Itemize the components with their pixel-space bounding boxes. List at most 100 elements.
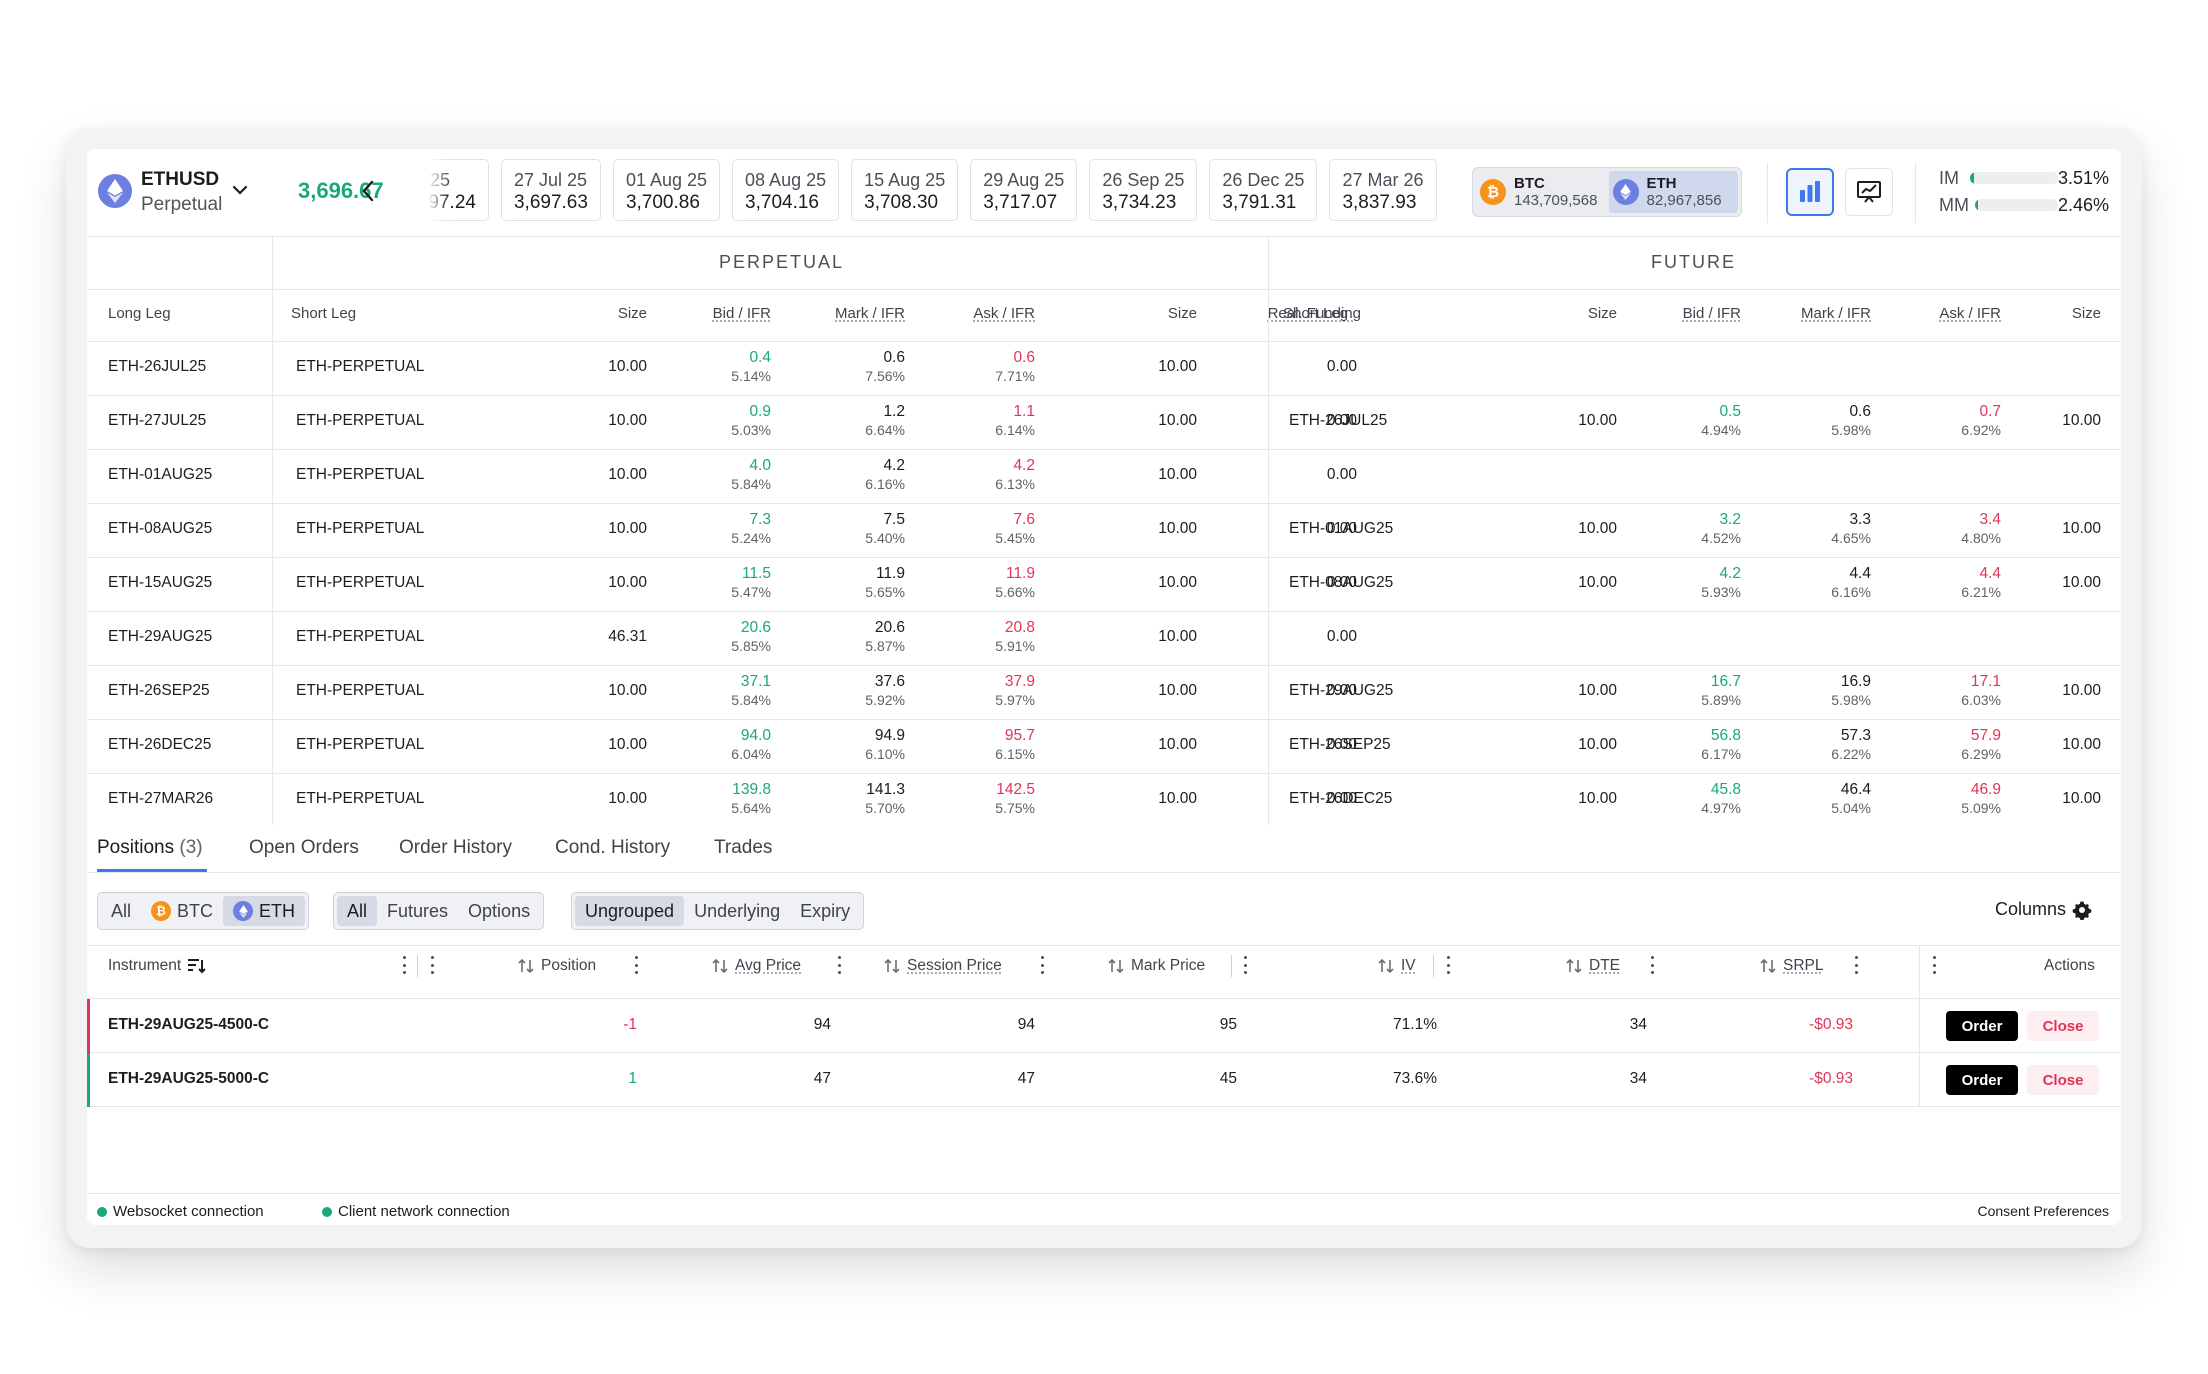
bid-cell[interactable]: 4.0 5.84% (647, 457, 771, 493)
col-future-ask[interactable]: Ask / IFR (1877, 305, 2001, 322)
ask-cell[interactable]: 7.6 5.45% (915, 511, 1035, 547)
spread-row[interactable]: ETH-15AUG25 ETH-PERPETUAL 10.00 11.5 5.47% 11… (87, 557, 2121, 611)
bid-cell[interactable]: 7.3 5.24% (647, 511, 771, 547)
ask-cell[interactable]: 20.8 5.91% (915, 619, 1035, 655)
spread-row[interactable]: ETH-29AUG25 ETH-PERPETUAL 46.31 20.6 5.85% 20… (87, 611, 2121, 665)
col-future-size-2[interactable]: Size (2001, 305, 2101, 322)
col-actions-menu[interactable] (1931, 954, 1937, 976)
col-srpl[interactable]: SRPL (1759, 957, 1824, 975)
close-button[interactable]: Close (2027, 1011, 2099, 1041)
col-mark[interactable]: Mark / IFR (781, 305, 905, 322)
expiry-card[interactable]: 15 Aug 25 3,708.30 (851, 159, 959, 221)
coin-btc[interactable]: ₿ BTC 143,709,568 (1473, 168, 1606, 216)
spread-row[interactable]: ETH-08AUG25 ETH-PERPETUAL 10.00 7.3 5.24% 7.5… (87, 503, 2121, 557)
chevron-left-icon[interactable] (357, 177, 379, 205)
col-mark-price-menu[interactable] (1242, 954, 1248, 976)
bid-cell[interactable]: 139.8 5.64% (647, 781, 771, 817)
col-instrument[interactable]: Instrument (108, 957, 207, 975)
consent-preferences-link[interactable]: Consent Preferences (1977, 1203, 2109, 1219)
tab-open-orders[interactable]: Open Orders (249, 837, 359, 859)
position-row[interactable]: ETH-29AUG25-5000-C 1 47 47 45 73.6% 34 -$0.93 Or… (87, 1053, 2121, 1107)
order-button[interactable]: Order (1946, 1011, 2018, 1041)
col-menu[interactable] (429, 954, 435, 976)
mark-cell[interactable]: 1.2 6.64% (781, 403, 905, 439)
col-mark-price[interactable]: Mark Price (1107, 957, 1205, 975)
col-iv-menu[interactable] (1445, 954, 1451, 976)
filter-eth[interactable]: ETH (223, 896, 306, 926)
col-iv[interactable]: IV (1377, 957, 1416, 975)
group-underlying[interactable]: Underlying (684, 896, 790, 926)
tab-trades[interactable]: Trades (714, 837, 772, 859)
col-bid[interactable]: Bid / IFR (647, 305, 771, 322)
col-instrument-menu[interactable] (401, 954, 407, 976)
bid-cell[interactable]: 11.5 5.47% (647, 565, 771, 601)
ask-cell[interactable]: 37.9 5.97% (915, 673, 1035, 709)
bid-cell[interactable]: 3.2 4.52% (1617, 511, 1741, 547)
bid-cell[interactable]: 37.1 5.84% (647, 673, 771, 709)
mark-cell[interactable]: 57.3 6.22% (1747, 727, 1871, 763)
mark-cell[interactable]: 46.4 5.04% (1747, 781, 1871, 817)
bid-cell[interactable]: 0.4 5.14% (647, 349, 771, 385)
expiry-card[interactable]: 27 Jul 25 3,697.63 (500, 159, 601, 221)
mark-cell[interactable]: 94.9 6.10% (781, 727, 905, 763)
filter-futures[interactable]: Futures (377, 896, 458, 926)
ask-cell[interactable]: 1.1 6.14% (915, 403, 1035, 439)
col-ask[interactable]: Ask / IFR (915, 305, 1035, 322)
col-size[interactable]: Size (547, 305, 647, 322)
ask-cell[interactable]: 17.1 6.03% (1877, 673, 2001, 709)
ask-cell[interactable]: 4.4 6.21% (1877, 565, 2001, 601)
expiry-card[interactable]: 29 Aug 25 3,717.07 (970, 159, 1078, 221)
expiry-card[interactable]: 01 Aug 25 3,700.86 (612, 159, 721, 221)
mark-cell[interactable]: 4.4 6.16% (1747, 565, 1871, 601)
mark-cell[interactable]: 7.5 5.40% (781, 511, 905, 547)
filter-all-currency[interactable]: All (101, 896, 141, 926)
group-expiry[interactable]: Expiry (790, 896, 860, 926)
ask-cell[interactable]: 11.9 5.66% (915, 565, 1035, 601)
ask-cell[interactable]: 0.6 7.71% (915, 349, 1035, 385)
col-avg-price-menu[interactable] (836, 954, 842, 976)
close-button[interactable]: Close (2027, 1065, 2099, 1095)
mark-cell[interactable]: 141.3 5.70% (781, 781, 905, 817)
col-dte-menu[interactable] (1649, 954, 1655, 976)
bid-cell[interactable]: 20.6 5.85% (647, 619, 771, 655)
expiry-card[interactable]: 27 Mar 26 3,837.93 (1329, 159, 1437, 221)
mark-cell[interactable]: 4.2 6.16% (781, 457, 905, 493)
col-long-leg[interactable]: Long Leg (108, 305, 171, 322)
filter-options[interactable]: Options (458, 896, 540, 926)
col-future-mark[interactable]: Mark / IFR (1747, 305, 1871, 322)
mark-cell[interactable]: 37.6 5.92% (781, 673, 905, 709)
spread-row[interactable]: ETH-26SEP25 ETH-PERPETUAL 10.00 37.1 5.84% 37… (87, 665, 2121, 719)
col-future-size[interactable]: Size (1517, 305, 1617, 322)
mark-cell[interactable]: 11.9 5.65% (781, 565, 905, 601)
ask-cell[interactable]: 46.9 5.09% (1877, 781, 2001, 817)
col-session-price-menu[interactable] (1039, 954, 1045, 976)
chevron-down-icon[interactable] (229, 179, 251, 201)
spread-row[interactable]: ETH-01AUG25 ETH-PERPETUAL 10.00 4.0 5.84% 4.2… (87, 449, 2121, 503)
col-future-bid[interactable]: Bid / IFR (1617, 305, 1741, 322)
bid-cell[interactable]: 4.2 5.93% (1617, 565, 1741, 601)
bid-cell[interactable]: 45.8 4.97% (1617, 781, 1741, 817)
instrument-symbol[interactable]: ETHUSD (141, 169, 219, 191)
bid-cell[interactable]: 16.7 5.89% (1617, 673, 1741, 709)
instrument-type[interactable]: Perpetual (141, 194, 222, 216)
ask-cell[interactable]: 95.7 6.15% (915, 727, 1035, 763)
col-position-menu[interactable] (633, 954, 639, 976)
col-session-price[interactable]: Session Price (883, 957, 1002, 975)
spread-row[interactable]: ETH-27MAR26 ETH-PERPETUAL 10.00 139.8 5.64% 1… (87, 773, 2121, 827)
ask-cell[interactable]: 142.5 5.75% (915, 781, 1035, 817)
bar-chart-button[interactable] (1786, 168, 1834, 216)
tab-order-history[interactable]: Order History (399, 837, 512, 859)
expiry-card[interactable]: 08 Aug 25 3,704.16 (732, 159, 840, 221)
mark-cell[interactable]: 0.6 5.98% (1747, 403, 1871, 439)
ask-cell[interactable]: 57.9 6.29% (1877, 727, 2001, 763)
mark-cell[interactable]: 3.3 4.65% (1747, 511, 1871, 547)
expiry-card[interactable]: 26 Dec 25 3,791.31 (1209, 159, 1318, 221)
spread-row[interactable]: ETH-26DEC25 ETH-PERPETUAL 10.00 94.0 6.04% 94… (87, 719, 2121, 773)
col-dte[interactable]: DTE (1565, 957, 1620, 975)
col-short-leg[interactable]: Short Leg (291, 305, 356, 322)
ask-cell[interactable]: 0.7 6.92% (1877, 403, 2001, 439)
bid-cell[interactable]: 56.8 6.17% (1617, 727, 1741, 763)
col-size-2[interactable]: Size (1087, 305, 1197, 322)
col-srpl-menu[interactable] (1853, 954, 1859, 976)
filter-all-kind[interactable]: All (337, 896, 378, 926)
